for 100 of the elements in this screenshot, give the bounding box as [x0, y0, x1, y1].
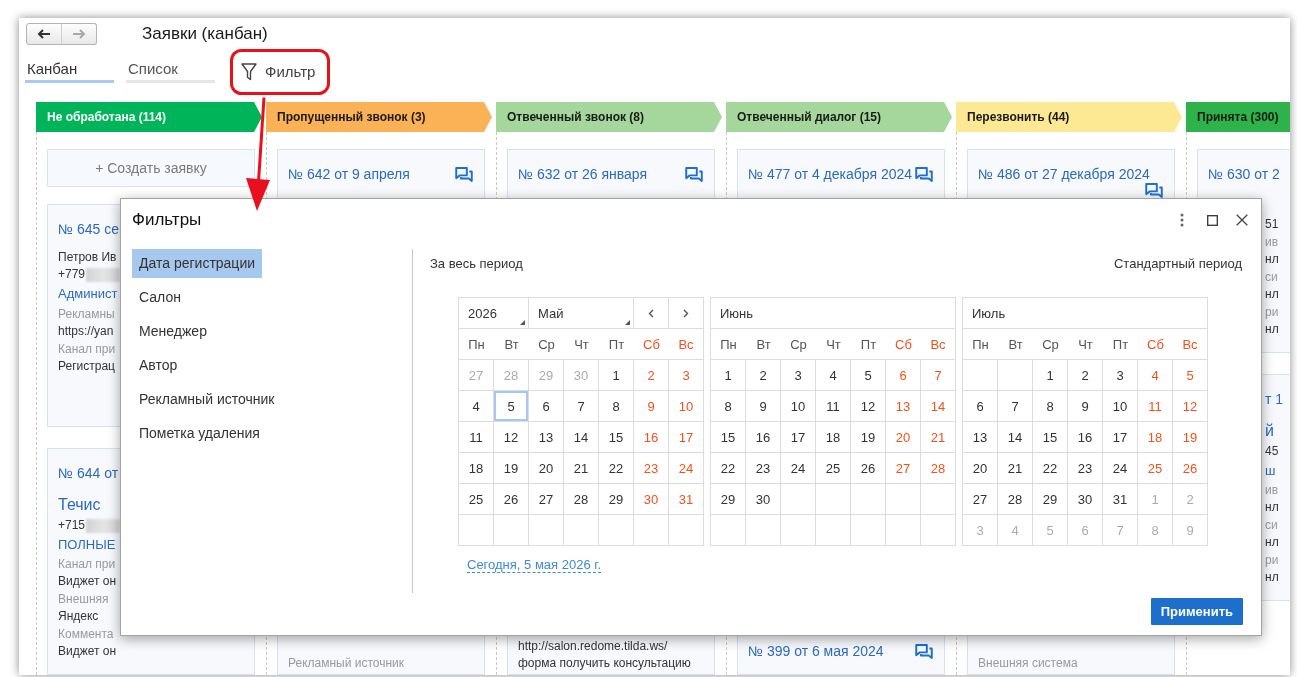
- day-cell[interactable]: 9: [746, 391, 781, 422]
- day-cell[interactable]: 13: [529, 422, 564, 453]
- more-icon[interactable]: [1180, 213, 1184, 227]
- chat-icon[interactable]: [684, 166, 704, 182]
- day-cell[interactable]: 24: [669, 453, 704, 484]
- day-cell[interactable]: 2: [746, 360, 781, 391]
- day-cell[interactable]: 28: [921, 453, 956, 484]
- day-cell[interactable]: 13: [963, 422, 998, 453]
- day-cell[interactable]: 16: [1068, 422, 1103, 453]
- card-title-link[interactable]: № 642 от 9 апреля: [288, 165, 410, 183]
- chat-icon[interactable]: [914, 166, 934, 182]
- create-button[interactable]: + Создать заявку: [47, 149, 255, 187]
- day-cell[interactable]: 12: [1173, 391, 1208, 422]
- day-cell[interactable]: 3: [1103, 360, 1138, 391]
- day-cell[interactable]: 27: [886, 453, 921, 484]
- day-cell[interactable]: 6: [886, 360, 921, 391]
- chat-icon[interactable]: [1144, 183, 1164, 198]
- day-cell[interactable]: 5: [1173, 360, 1208, 391]
- day-cell[interactable]: 12: [851, 391, 886, 422]
- day-cell[interactable]: 1: [599, 360, 634, 391]
- day-cell[interactable]: 22: [711, 453, 746, 484]
- filter-section-item[interactable]: Автор: [132, 351, 185, 380]
- card-title-link[interactable]: № 644 от: [58, 464, 119, 482]
- day-cell[interactable]: 1: [1033, 360, 1068, 391]
- card-title-link[interactable]: № 399 от 6 мая 2024: [748, 642, 884, 660]
- day-cell[interactable]: 27: [529, 484, 564, 515]
- day-cell[interactable]: 15: [1033, 422, 1068, 453]
- day-cell[interactable]: 8: [711, 391, 746, 422]
- day-cell[interactable]: 2: [1068, 360, 1103, 391]
- day-cell[interactable]: 4: [1138, 360, 1173, 391]
- card-title-link[interactable]: № 486 от 27 декабря 2024: [978, 165, 1150, 183]
- day-cell[interactable]: 11: [816, 391, 851, 422]
- day-cell[interactable]: 10: [1103, 391, 1138, 422]
- day-cell[interactable]: 31: [669, 484, 704, 515]
- day-cell[interactable]: 29: [599, 484, 634, 515]
- day-cell[interactable]: 30: [746, 484, 781, 515]
- day-cell[interactable]: 26: [851, 453, 886, 484]
- day-cell[interactable]: 10: [781, 391, 816, 422]
- day-cell[interactable]: 10: [669, 391, 704, 422]
- day-cell[interactable]: 12: [494, 422, 529, 453]
- day-cell[interactable]: 19: [494, 453, 529, 484]
- day-cell[interactable]: 16: [746, 422, 781, 453]
- maximize-icon[interactable]: [1207, 214, 1218, 226]
- chat-icon[interactable]: [454, 166, 474, 182]
- day-cell[interactable]: 9: [634, 391, 669, 422]
- day-cell[interactable]: 3: [669, 360, 704, 391]
- company-link[interactable]: Течис: [58, 493, 101, 517]
- all-period-link[interactable]: За весь период: [430, 255, 523, 272]
- chat-icon[interactable]: [914, 643, 934, 659]
- chevron-right-icon[interactable]: [683, 308, 689, 318]
- day-cell[interactable]: 14: [998, 422, 1033, 453]
- day-cell[interactable]: 25: [459, 484, 494, 515]
- day-cell[interactable]: 18: [459, 453, 494, 484]
- tab[interactable]: Список: [126, 60, 215, 83]
- day-cell[interactable]: 20: [529, 453, 564, 484]
- day-cell[interactable]: 4: [816, 360, 851, 391]
- filter-section-item[interactable]: Дата регистрации: [132, 249, 263, 278]
- day-cell[interactable]: 20: [886, 422, 921, 453]
- day-cell[interactable]: 3: [781, 360, 816, 391]
- day-cell[interactable]: 16: [634, 422, 669, 453]
- day-cell[interactable]: 11: [1138, 391, 1173, 422]
- day-cell[interactable]: 25: [816, 453, 851, 484]
- day-cell[interactable]: 19: [851, 422, 886, 453]
- day-cell[interactable]: 17: [1103, 422, 1138, 453]
- filter-section-item[interactable]: Менеджер: [132, 317, 214, 346]
- day-cell[interactable]: 20: [963, 453, 998, 484]
- day-cell[interactable]: 18: [1138, 422, 1173, 453]
- chevron-left-icon[interactable]: [648, 308, 654, 318]
- day-cell[interactable]: 5: [851, 360, 886, 391]
- day-cell[interactable]: 30: [634, 484, 669, 515]
- day-cell[interactable]: 13: [886, 391, 921, 422]
- day-cell[interactable]: 24: [781, 453, 816, 484]
- day-cell[interactable]: 15: [599, 422, 634, 453]
- day-cell[interactable]: 5: [494, 391, 529, 422]
- card-title-link[interactable]: № 632 от 26 января: [518, 165, 647, 183]
- day-cell[interactable]: 22: [599, 453, 634, 484]
- day-cell[interactable]: 4: [459, 391, 494, 422]
- company-link[interactable]: й: [1265, 419, 1274, 443]
- day-cell[interactable]: 17: [669, 422, 704, 453]
- filter-section-item[interactable]: Салон: [132, 283, 188, 312]
- day-cell[interactable]: 6: [963, 391, 998, 422]
- day-cell[interactable]: 21: [564, 453, 599, 484]
- day-cell[interactable]: 7: [998, 391, 1033, 422]
- day-cell[interactable]: 7: [921, 360, 956, 391]
- day-cell[interactable]: 27: [963, 484, 998, 515]
- day-cell[interactable]: 21: [998, 453, 1033, 484]
- card-title-link[interactable]: № 645 се: [58, 220, 119, 238]
- filter-section-item[interactable]: Рекламный источник: [132, 385, 282, 414]
- day-cell[interactable]: 6: [529, 391, 564, 422]
- tab[interactable]: Канбан: [25, 60, 114, 83]
- apply-button[interactable]: Применить: [1150, 598, 1243, 625]
- day-cell[interactable]: 28: [564, 484, 599, 515]
- day-cell[interactable]: 23: [1068, 453, 1103, 484]
- day-cell[interactable]: 1: [711, 360, 746, 391]
- year-dropdown[interactable]: 2026: [459, 298, 529, 329]
- day-cell[interactable]: 17: [781, 422, 816, 453]
- day-cell[interactable]: 14: [564, 422, 599, 453]
- day-cell[interactable]: 26: [1173, 453, 1208, 484]
- day-cell[interactable]: 29: [711, 484, 746, 515]
- day-cell[interactable]: 30: [1068, 484, 1103, 515]
